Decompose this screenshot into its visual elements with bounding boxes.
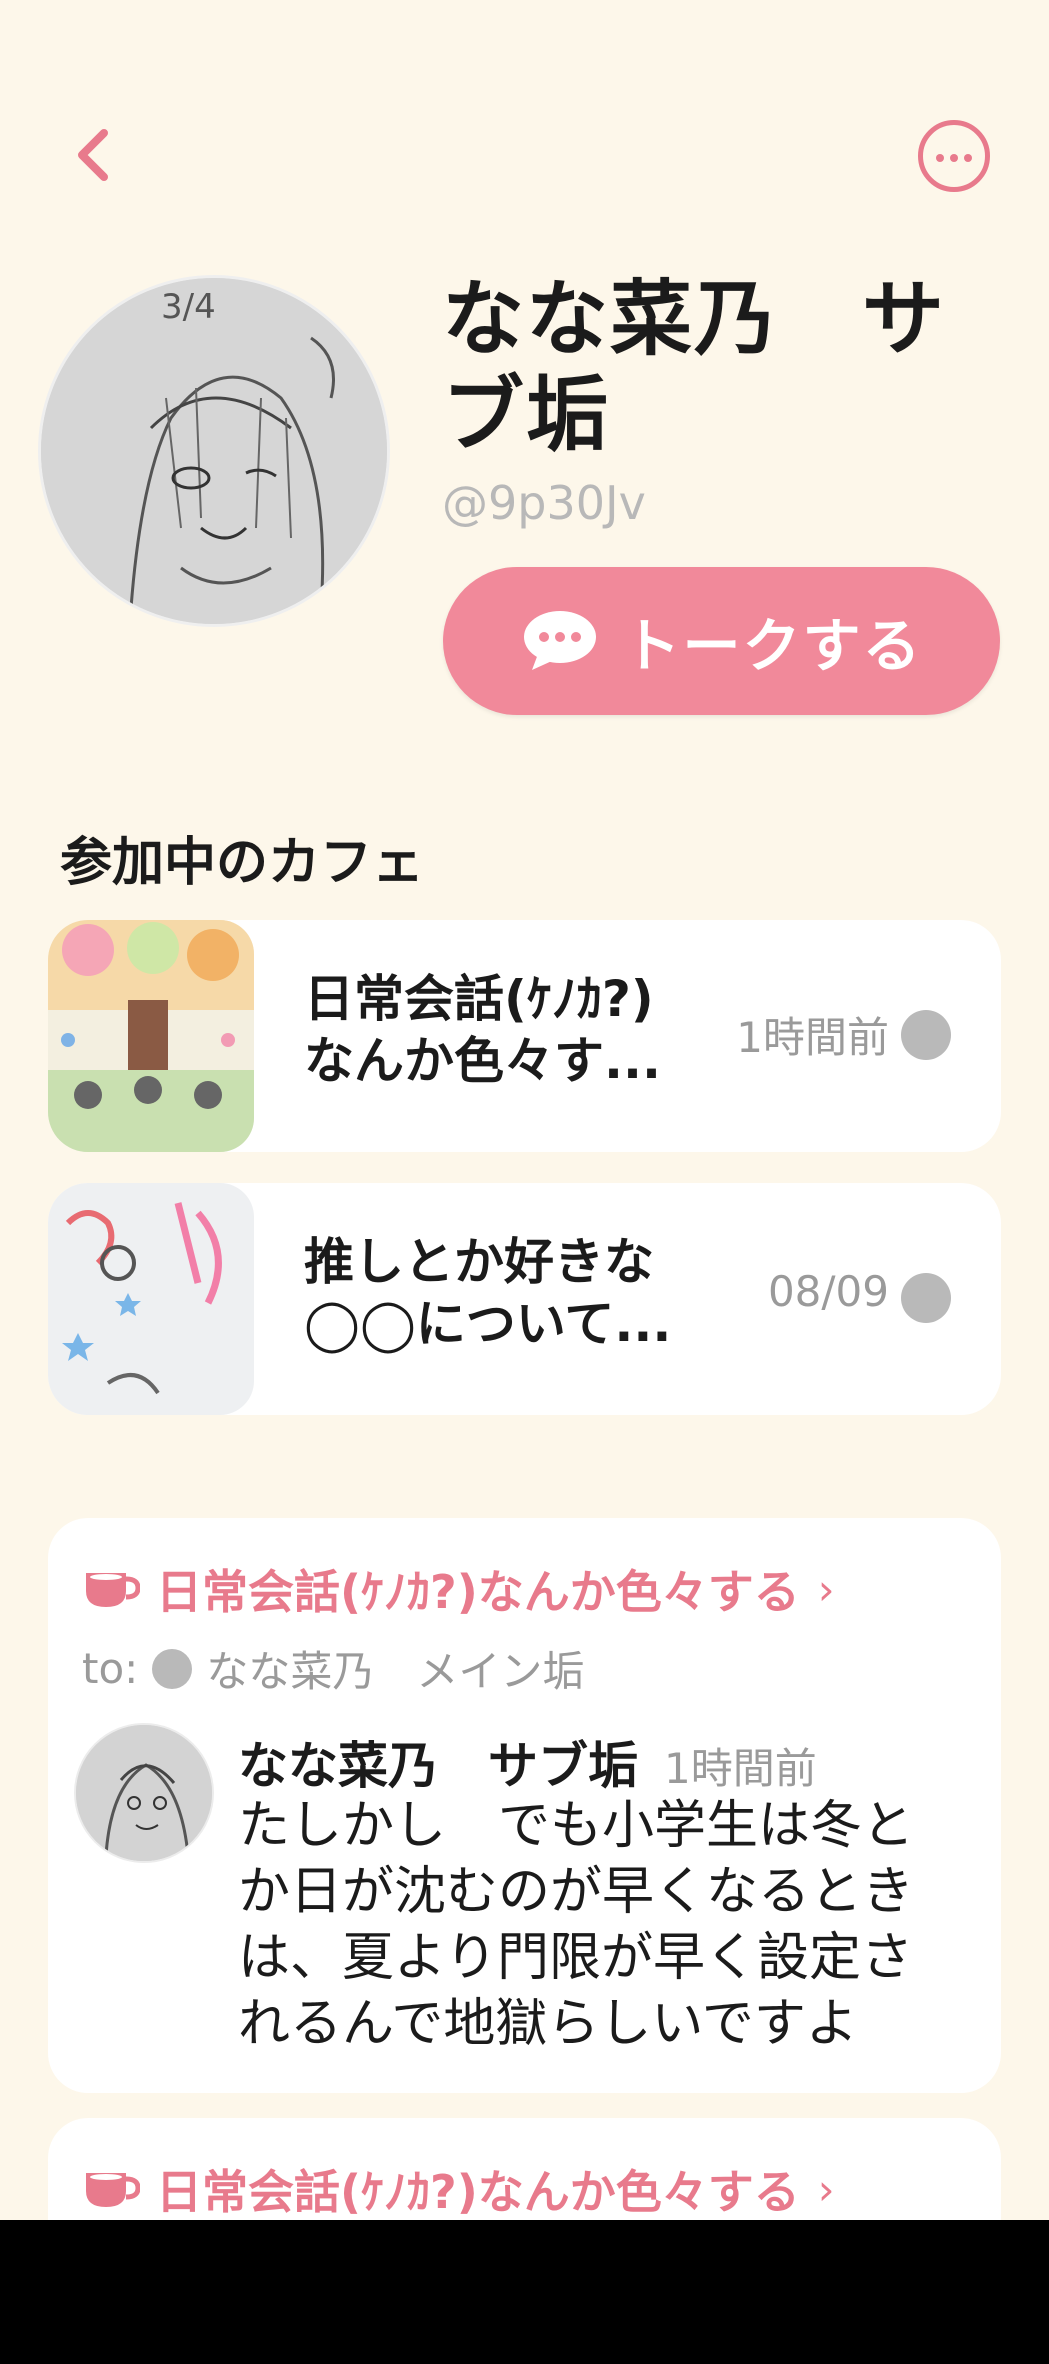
post-body-line: か日が沈むのが早くなるとき bbox=[238, 1862, 915, 1922]
cafe-cup-icon bbox=[86, 1573, 140, 1607]
profile-name: なな菜乃 サブ垢 bbox=[442, 272, 947, 463]
profile-avatar[interactable]: 3/4 bbox=[38, 275, 390, 627]
post-body-line: れるんで地獄らしいですよ bbox=[238, 1994, 858, 2054]
svg-text:3/4: 3/4 bbox=[161, 287, 216, 327]
recipient-avatar bbox=[152, 1648, 193, 1689]
more-dot bbox=[964, 154, 972, 162]
cafe-item[interactable]: 推しとか好きな ◯◯について... 08/09 bbox=[48, 1183, 1001, 1415]
cafe-member-avatar bbox=[901, 1010, 951, 1060]
cafe-cup-icon bbox=[86, 2173, 140, 2207]
cafe-member-avatar bbox=[901, 1273, 951, 1323]
cafe-title: 推しとか好きな ◯◯について... bbox=[304, 1231, 724, 1355]
post-card: 日常会話(ｹﾉｶ?)なんか色々する › to: なな菜乃 メイン垢 なな菜乃 サ… bbox=[48, 1518, 1001, 2093]
sketch-portrait-image: 3/4 bbox=[41, 278, 387, 624]
post-body: たしかし でも小学生は冬と か日が沈むのが早くなるとき は、夏より門限が早く設定… bbox=[238, 1793, 958, 2057]
cafe-title: 日常会話(ｹﾉｶ?) なんか色々す... bbox=[304, 968, 724, 1092]
post-timestamp: 1時間前 bbox=[664, 1744, 817, 1793]
post-recipient-name: なな菜乃 メイン垢 bbox=[206, 1647, 585, 1696]
post-cafe-link[interactable]: 日常会話(ｹﾉｶ?)なんか色々する › bbox=[82, 2156, 835, 2220]
cafe-item[interactable]: 日常会話(ｹﾉｶ?) なんか色々す... 1時間前 bbox=[48, 920, 1001, 1152]
cafe-thumbnail bbox=[48, 1183, 254, 1415]
system-navigation-bar bbox=[0, 2220, 1049, 2364]
post-cafe-name: 日常会話(ｹﾉｶ?)なんか色々する bbox=[156, 2165, 800, 2219]
more-horizontal-icon bbox=[936, 154, 944, 162]
post-cafe-link[interactable]: 日常会話(ｹﾉｶ?)なんか色々する › bbox=[82, 1556, 835, 1622]
cafe-title-line: なんか色々す... bbox=[304, 1032, 661, 1090]
post-author-name: なな菜乃 サブ垢 bbox=[238, 1737, 638, 1795]
post-cafe-name: 日常会話(ｹﾉｶ?)なんか色々する bbox=[156, 1565, 800, 1619]
cafe-title-line: 推しとか好きな bbox=[304, 1233, 654, 1291]
post-card: 日常会話(ｹﾉｶ?)なんか色々する › bbox=[48, 2118, 1001, 2220]
post-author-avatar[interactable] bbox=[74, 1723, 214, 1863]
chevron-right-icon: › bbox=[817, 2164, 835, 2214]
post-recipient: to: なな菜乃 メイン垢 bbox=[82, 1638, 584, 1699]
cafe-title-line: ◯◯について... bbox=[304, 1295, 672, 1353]
chevron-left-icon bbox=[78, 129, 108, 181]
back-button[interactable] bbox=[70, 125, 120, 185]
talk-button[interactable]: トークする bbox=[443, 567, 1000, 715]
cafe-last-activity: 1時間前 bbox=[736, 1013, 889, 1062]
more-dot bbox=[950, 154, 958, 162]
chat-bubble-icon bbox=[524, 611, 597, 670]
cafe-thumbnail bbox=[48, 920, 254, 1152]
post-body-line: たしかし でも小学生は冬と bbox=[238, 1796, 915, 1856]
profile-screen: 3/4 なな菜乃 サブ垢 @9p30Jv トークする 参加中のカフェ 日常会話(… bbox=[0, 0, 1049, 2220]
post-author-line: なな菜乃 サブ垢 1時間前 bbox=[238, 1726, 817, 1798]
chevron-right-icon: › bbox=[817, 1564, 835, 1614]
cafe-title-line: 日常会話(ｹﾉｶ?) bbox=[304, 970, 654, 1028]
profile-handle: @9p30Jv bbox=[442, 476, 646, 530]
post-body-line: は、夏より門限が早く設定さ bbox=[238, 1928, 913, 1988]
post-to-label: to: bbox=[82, 1644, 139, 1693]
talk-button-label: トークする bbox=[622, 612, 923, 680]
cafes-section-title: 参加中のカフェ bbox=[60, 833, 425, 893]
more-options-button[interactable] bbox=[918, 120, 990, 192]
cafe-last-activity: 08/09 bbox=[767, 1267, 889, 1316]
